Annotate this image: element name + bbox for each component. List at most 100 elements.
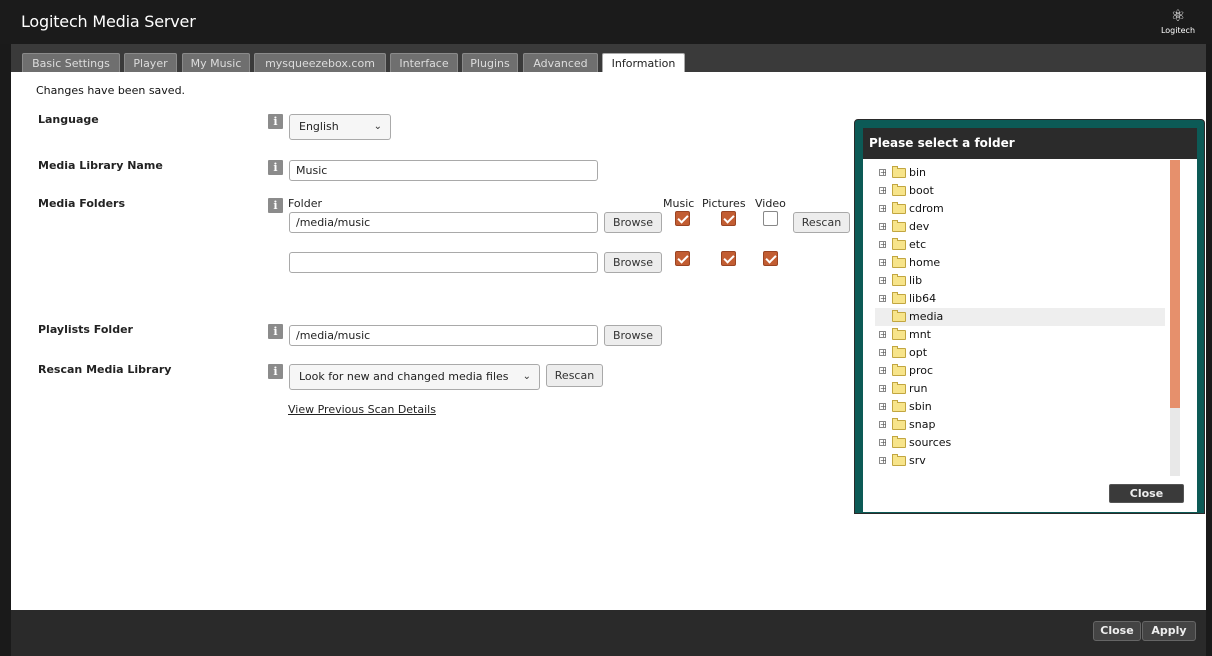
- expand-plus-icon[interactable]: +: [879, 295, 887, 303]
- tab-mysqueezebox[interactable]: mysqueezebox.com: [254, 53, 386, 72]
- folder-node-label: dev: [909, 220, 930, 233]
- folder-node[interactable]: + opt: [875, 344, 1165, 362]
- video-column-header: Video: [755, 197, 786, 210]
- playlists-folder-label: Playlists Folder: [38, 323, 133, 336]
- folder-picker-title: Please select a folder: [863, 128, 1197, 159]
- folder-node[interactable]: + snap: [875, 416, 1165, 434]
- folder-node[interactable]: + lib: [875, 272, 1165, 290]
- playlists-folder-input[interactable]: /media/music: [289, 325, 598, 346]
- folder-icon: [892, 238, 906, 250]
- expand-plus-icon[interactable]: +: [879, 349, 887, 357]
- pictures-checkbox-2[interactable]: [721, 251, 736, 266]
- folder-node[interactable]: + cdrom: [875, 200, 1165, 218]
- folder-node[interactable]: + bin: [875, 164, 1165, 182]
- language-select[interactable]: English ⌄: [289, 114, 391, 140]
- playlists-browse-button[interactable]: Browse: [604, 325, 662, 346]
- folder-icon: [892, 382, 906, 394]
- music-checkbox-2[interactable]: [675, 251, 690, 266]
- folder-node[interactable]: + srv: [875, 452, 1165, 470]
- tab-information[interactable]: Information: [602, 53, 685, 72]
- close-button[interactable]: Close: [1093, 621, 1141, 641]
- language-select-value: English: [299, 120, 339, 133]
- app-title-brand: Logitech: [21, 12, 88, 31]
- expand-plus-icon[interactable]: +: [879, 367, 887, 375]
- tab-interface[interactable]: Interface: [390, 53, 458, 72]
- folder-icon: [892, 220, 906, 232]
- media-folders-info-icon[interactable]: i: [268, 198, 283, 213]
- folder-node[interactable]: + proc: [875, 362, 1165, 380]
- folder-icon: [892, 418, 906, 430]
- expand-plus-icon[interactable]: +: [879, 439, 887, 447]
- folder-node[interactable]: + etc: [875, 236, 1165, 254]
- folder-node[interactable]: + boot: [875, 182, 1165, 200]
- tab-basic-settings[interactable]: Basic Settings: [22, 53, 120, 72]
- expand-plus-icon[interactable]: +: [879, 259, 887, 267]
- folder-node-label: snap: [909, 418, 936, 431]
- folder-node-label: cdrom: [909, 202, 944, 215]
- title-bar: Logitech Media Server ⚛ Logitech: [0, 0, 1212, 44]
- rescan-mode-value: Look for new and changed media files: [299, 370, 509, 383]
- expand-plus-icon[interactable]: +: [879, 241, 887, 249]
- expand-plus-icon[interactable]: +: [879, 277, 887, 285]
- folder-node-label: etc: [909, 238, 927, 251]
- video-checkbox-2[interactable]: [763, 251, 778, 266]
- apply-button[interactable]: Apply: [1142, 621, 1196, 641]
- folder-column-header: Folder: [288, 197, 322, 210]
- folder-icon: [892, 184, 906, 196]
- tab-player[interactable]: Player: [124, 53, 177, 72]
- media-folder-rescan-button[interactable]: Rescan: [793, 212, 850, 233]
- folder-node[interactable]: + mnt: [875, 326, 1165, 344]
- folder-node-label: mnt: [909, 328, 931, 341]
- tab-plugins[interactable]: Plugins: [462, 53, 518, 72]
- expand-plus-icon[interactable]: +: [879, 223, 887, 231]
- library-name-info-icon[interactable]: i: [268, 160, 283, 175]
- expand-plus-icon[interactable]: +: [879, 421, 887, 429]
- music-column-header: Music: [663, 197, 695, 210]
- music-checkbox-1[interactable]: [675, 211, 690, 226]
- folder-node[interactable]: + sources: [875, 434, 1165, 452]
- media-folder-input-1[interactable]: /media/music: [289, 212, 598, 233]
- rescan-info-icon[interactable]: i: [268, 364, 283, 379]
- expand-plus-icon[interactable]: +: [879, 385, 887, 393]
- folder-icon: [892, 256, 906, 268]
- folder-icon: [892, 166, 906, 178]
- chevron-down-icon: ⌄: [373, 121, 382, 132]
- folder-node[interactable]: + run: [875, 380, 1165, 398]
- media-folder-input-2[interactable]: [289, 252, 598, 273]
- logitech-logo-text: Logitech: [1160, 26, 1196, 35]
- playlists-info-icon[interactable]: i: [268, 324, 283, 339]
- folder-node-label: lib: [909, 274, 923, 287]
- view-scan-details-link[interactable]: View Previous Scan Details: [288, 403, 436, 416]
- pictures-checkbox-1[interactable]: [721, 211, 736, 226]
- expand-plus-icon[interactable]: +: [879, 403, 887, 411]
- folder-tree: + bin + boot + cdrom + dev + etc + home + lib + lib64 me…: [875, 164, 1165, 480]
- language-info-icon[interactable]: i: [268, 114, 283, 129]
- expand-plus-icon[interactable]: +: [879, 169, 887, 177]
- media-folder-browse-button-1[interactable]: Browse: [604, 212, 662, 233]
- media-folder-browse-button-2[interactable]: Browse: [604, 252, 662, 273]
- folder-node[interactable]: + sbin: [875, 398, 1165, 416]
- expand-plus-icon[interactable]: +: [879, 457, 887, 465]
- tab-my-music[interactable]: My Music: [182, 53, 250, 72]
- expand-plus-icon[interactable]: +: [879, 187, 887, 195]
- folder-node[interactable]: + home: [875, 254, 1165, 272]
- video-checkbox-1[interactable]: [763, 211, 778, 226]
- app-title-name: Media Server: [87, 12, 196, 31]
- rescan-mode-select[interactable]: Look for new and changed media files ⌄: [289, 364, 540, 390]
- expand-plus-icon[interactable]: +: [879, 331, 887, 339]
- folder-node[interactable]: media: [875, 308, 1165, 326]
- library-name-input[interactable]: Music: [289, 160, 598, 181]
- expand-plus-icon[interactable]: +: [879, 205, 887, 213]
- folder-node-label: opt: [909, 346, 928, 359]
- folder-node[interactable]: + dev: [875, 218, 1165, 236]
- folder-node-label: media: [909, 310, 944, 323]
- folder-tree-scroll-thumb[interactable]: [1170, 160, 1180, 408]
- folder-node-label: home: [909, 256, 941, 269]
- folder-node[interactable]: + lib64: [875, 290, 1165, 308]
- tab-advanced[interactable]: Advanced: [523, 53, 598, 72]
- folder-picker-body: Please select a folder + bin + boot + cdrom + d…: [863, 128, 1197, 512]
- folder-picker-close-button[interactable]: Close: [1109, 484, 1184, 503]
- folder-node-label: lib64: [909, 292, 937, 305]
- rescan-button[interactable]: Rescan: [546, 364, 603, 387]
- folder-icon: [892, 274, 906, 286]
